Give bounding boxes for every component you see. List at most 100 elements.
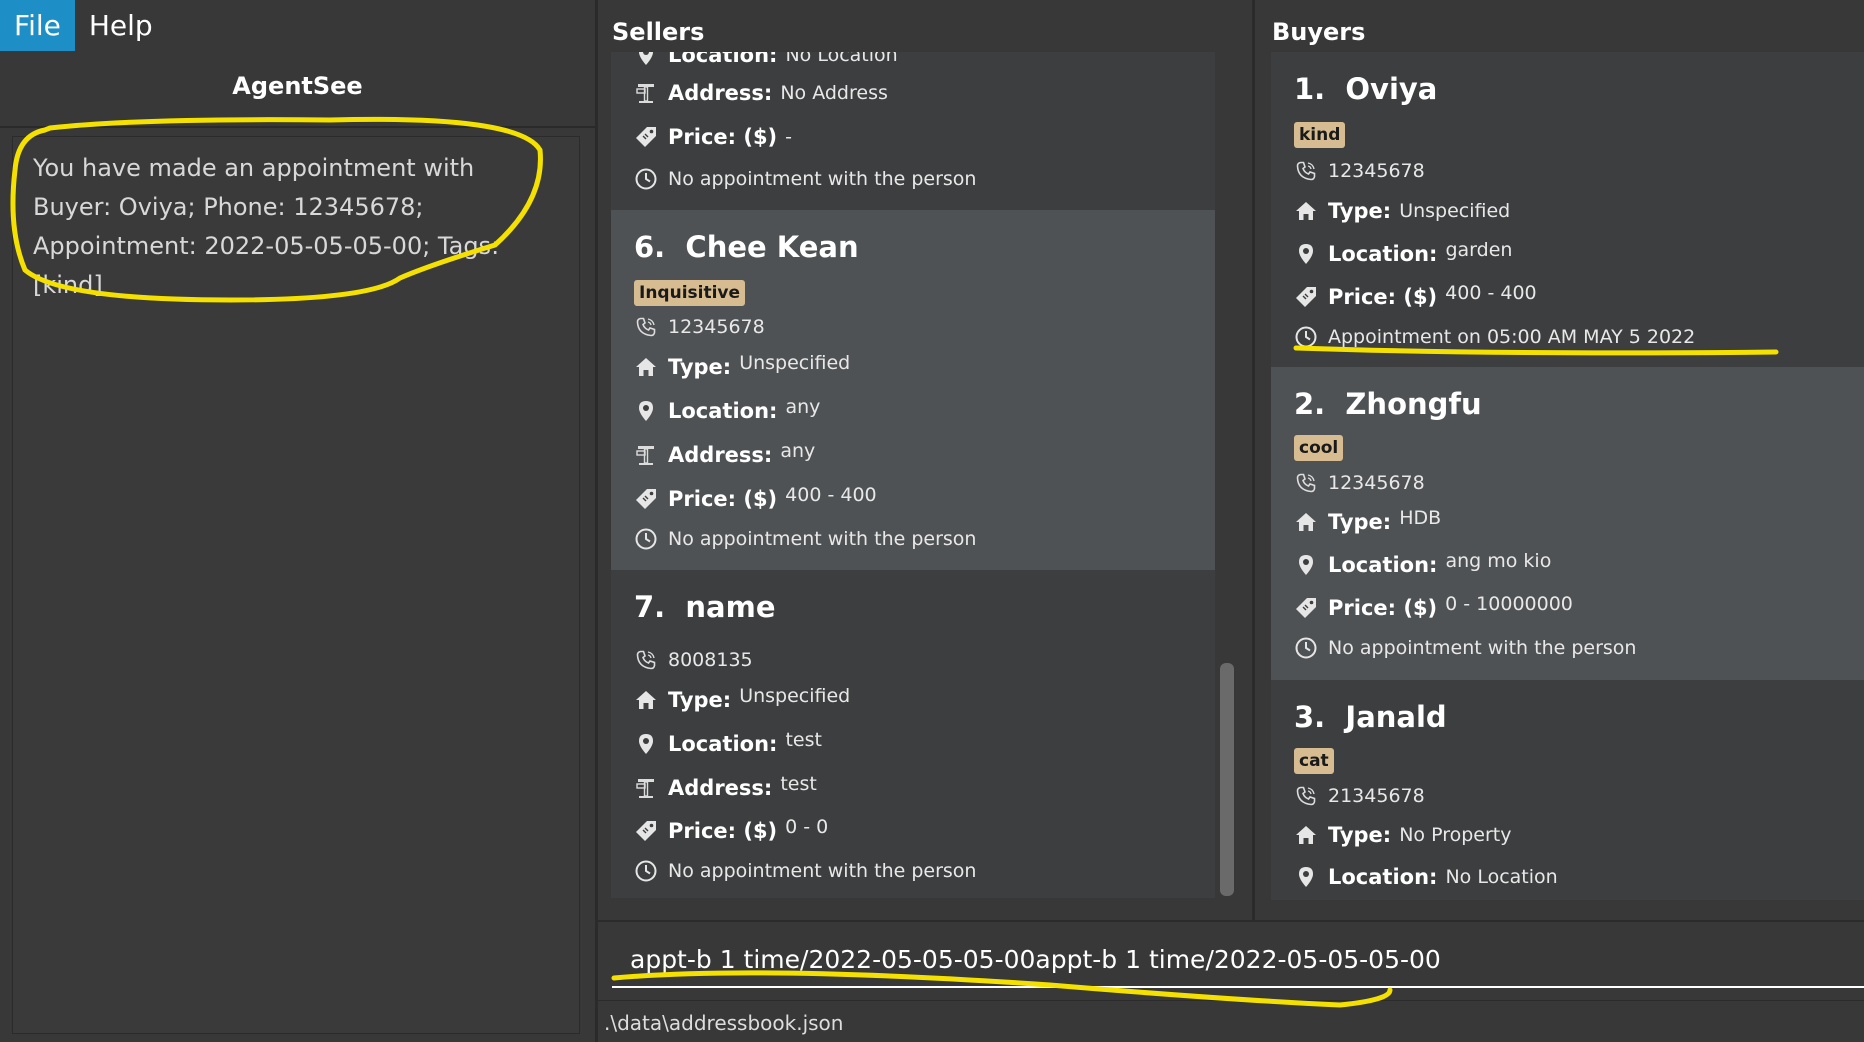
seller-card[interactable]: Location: No Location Address: No Addres… [611,52,1215,210]
price-label: Price: ($) [1328,596,1438,620]
card-title: 2. Zhongfu [1294,387,1482,421]
location-row: Location: No Location [1294,862,1558,892]
command-input[interactable] [612,932,1864,988]
type-value: No Property [1399,824,1512,846]
location-pin-icon [634,399,658,423]
type-row: Type: Unspecified [1294,196,1510,226]
address-label: Address: [668,443,773,467]
phone-value: 8008135 [668,649,753,671]
price-value: 400 - 400 [785,484,877,506]
home-icon [1294,199,1318,223]
divider [0,126,595,128]
clock-icon [634,527,658,551]
home-icon [634,688,658,712]
phone-value: 12345678 [1328,472,1425,494]
appointment-text: No appointment with the person [1328,637,1637,659]
result-panel: AgentSee You have made an appointment wi… [0,52,595,1042]
tag-badge: cool [1294,435,1344,461]
price-row: Price: ($) 400 - 400 [634,484,877,514]
result-display[interactable]: You have made an appointment with Buyer:… [12,136,580,1034]
card-name: Chee Kean [685,230,859,264]
phone-icon [1294,159,1318,183]
divider [595,0,598,1042]
card-index: 2. [1294,387,1326,421]
location-label: Location: [1328,553,1438,577]
buyer-card[interactable]: 2. Zhongfu cool 12345678 Type: HDB Locat… [1271,367,1864,680]
buyers-list[interactable]: 1. Oviya kind 12345678 Type: Unspecified… [1271,52,1864,900]
location-pin-icon [634,52,658,67]
appointment-text: No appointment with the person [668,860,977,882]
sellers-title: Sellers [612,18,705,46]
location-value: any [785,396,821,418]
appointment-row: Appointment on 05:00 AM MAY 5 2022 [1294,322,1695,352]
menu-file[interactable]: File [0,0,75,51]
signpost-icon [634,81,658,105]
price-tag-icon [634,487,658,511]
location-pin-icon [1294,553,1318,577]
location-value: ang mo kio [1445,550,1552,572]
home-icon [1294,510,1318,534]
price-row: Price: ($) 0 - 0 [634,816,828,846]
type-label: Type: [668,688,732,712]
address-row: Address: any [634,440,815,470]
seller-card[interactable]: 7. name 8008135 Type: Unspecified Locati… [611,570,1215,898]
card-name: name [685,590,776,624]
price-tag-icon [1294,285,1318,309]
appointment-text: No appointment with the person [668,528,977,550]
price-tag-icon [634,125,658,149]
location-row: Location: any [634,396,820,426]
price-tag-icon [634,819,658,843]
price-value: 0 - 10000000 [1445,593,1573,615]
card-name: Zhongfu [1345,387,1482,421]
type-label: Type: [1328,510,1392,534]
card-index: 3. [1294,700,1326,734]
type-value: Unspecified [739,685,851,707]
location-label: Location: [668,52,778,67]
appointment-row: No appointment with the person [634,524,976,554]
home-icon [634,355,658,379]
price-value: - [785,126,793,148]
card-index: 1. [1294,72,1326,106]
card-title: 7. name [634,590,776,624]
card-name: Janald [1345,700,1447,734]
sellers-list[interactable]: Location: No Location Address: No Addres… [611,52,1215,898]
seller-card[interactable]: 6. Chee Kean Inquisitive 12345678 Type: … [611,210,1215,570]
appointment-row: No appointment with the person [1294,633,1636,663]
address-label: Address: [668,776,773,800]
location-value: No Location [1445,866,1558,888]
status-bar: .\data\addressbook.json [598,1000,1864,1042]
clock-icon [1294,636,1318,660]
address-row: Address: No Address [634,78,888,108]
appointment-row: No appointment with the person [634,164,976,194]
location-label: Location: [668,399,778,423]
card-index: 7. [634,590,666,624]
card-name: Oviya [1345,72,1438,106]
address-row: Address: test [634,773,817,803]
price-label: Price: ($) [668,487,778,511]
clock-icon [634,859,658,883]
phone-row: 12345678 [1294,468,1425,498]
sellers-scrollbar[interactable] [1220,663,1234,896]
tag-badge: kind [1294,122,1346,148]
buyer-card[interactable]: 1. Oviya kind 12345678 Type: Unspecified… [1271,52,1864,367]
home-icon [1294,823,1318,847]
type-value: Unspecified [739,352,851,374]
phone-icon [634,648,658,672]
address-value: test [780,773,817,795]
type-label: Type: [1328,823,1392,847]
phone-icon [634,315,658,339]
tag-badge: cat [1294,748,1334,774]
type-label: Type: [1328,199,1392,223]
divider [1252,0,1255,920]
price-tag-icon [1294,596,1318,620]
buyer-card[interactable]: 3. Janald cat 21345678 Type: No Property… [1271,680,1864,900]
price-row: Price: ($) 0 - 10000000 [1294,593,1573,623]
app-title: AgentSee [232,72,363,100]
location-label: Location: [668,732,778,756]
location-row: Location: test [634,729,822,759]
phone-value: 12345678 [668,316,765,338]
menu-help[interactable]: Help [75,0,167,51]
phone-row: 12345678 [1294,156,1425,186]
phone-value: 12345678 [1328,160,1425,182]
phone-icon [1294,784,1318,808]
